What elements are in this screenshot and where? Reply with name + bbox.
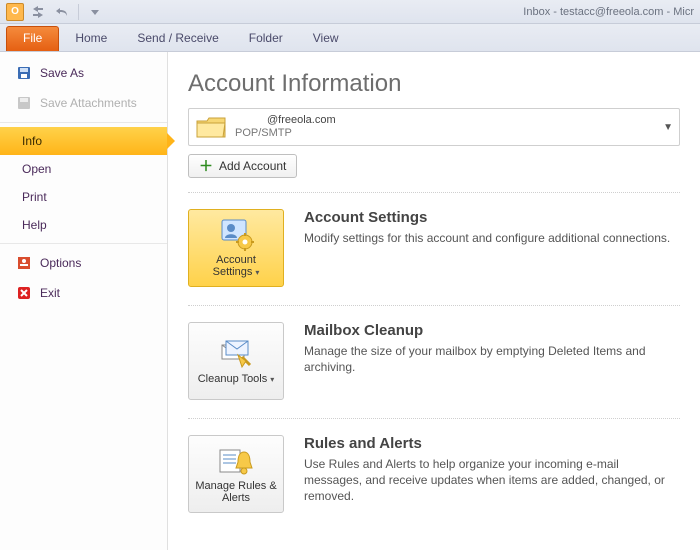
manage-rules-button[interactable]: Manage Rules & Alerts	[188, 435, 284, 513]
save-icon	[16, 65, 32, 81]
qat-send-receive-icon[interactable]	[28, 3, 48, 21]
nav-options[interactable]: Options	[0, 248, 167, 278]
tab-send-receive[interactable]: Send / Receive	[123, 26, 232, 51]
nav-separator	[0, 243, 167, 244]
account-settings-button-label: Account Settings▾	[193, 254, 279, 278]
tab-file[interactable]: File	[6, 26, 59, 51]
section-text: Account Settings Modify settings for thi…	[304, 209, 680, 287]
cleanup-tools-button[interactable]: Cleanup Tools▾	[188, 322, 284, 400]
account-settings-button[interactable]: Account Settings▾	[188, 209, 284, 287]
nav-exit-label: Exit	[40, 286, 60, 300]
options-icon	[16, 255, 32, 271]
account-selector-row: @freeola.com POP/SMTP ▼	[188, 108, 680, 146]
nav-open[interactable]: Open	[0, 155, 167, 183]
nav-options-label: Options	[40, 256, 81, 270]
account-text: @freeola.com POP/SMTP	[235, 114, 336, 139]
window-title: Inbox - testacc@freeola.com - Micr	[523, 6, 694, 18]
nav-info-label: Info	[22, 134, 42, 148]
plus-icon: ＋	[199, 159, 213, 173]
app-icon: O	[6, 3, 24, 21]
account-protocol: POP/SMTP	[235, 127, 336, 140]
nav-save-as-label: Save As	[40, 66, 84, 80]
section-text: Mailbox Cleanup Manage the size of your …	[304, 322, 680, 400]
section-desc: Modify settings for this account and con…	[304, 230, 680, 246]
section-title: Account Settings	[304, 209, 680, 226]
nav-save-attachments-label: Save Attachments	[40, 96, 137, 110]
save-attachments-icon	[16, 95, 32, 111]
cleanup-icon	[216, 337, 256, 371]
rules-icon	[216, 444, 256, 478]
nav-info[interactable]: Info	[0, 127, 167, 155]
nav-exit[interactable]: Exit	[0, 278, 167, 308]
undo-icon[interactable]	[52, 3, 72, 21]
exit-icon	[16, 285, 32, 301]
tab-home[interactable]: Home	[61, 26, 121, 51]
backstage-nav: Save As Save Attachments Info Open Print…	[0, 52, 168, 550]
manage-rules-button-label: Manage Rules & Alerts	[193, 480, 279, 504]
tab-folder[interactable]: Folder	[235, 26, 297, 51]
section-desc: Use Rules and Alerts to help organize yo…	[304, 456, 680, 505]
section-account-settings: Account Settings▾ Account Settings Modif…	[188, 192, 680, 305]
nav-save-attachments: Save Attachments	[0, 88, 167, 118]
ribbon-tabs: File Home Send / Receive Folder View	[0, 24, 700, 52]
nav-open-label: Open	[22, 162, 51, 176]
section-title: Mailbox Cleanup	[304, 322, 680, 339]
quick-access-toolbar: O	[6, 3, 105, 21]
section-desc: Manage the size of your mailbox by empty…	[304, 343, 680, 375]
chevron-down-icon: ▼	[663, 122, 673, 133]
cleanup-tools-button-label: Cleanup Tools▾	[198, 373, 275, 385]
account-settings-icon	[216, 218, 256, 252]
nav-save-as[interactable]: Save As	[0, 58, 167, 88]
nav-help[interactable]: Help	[0, 211, 167, 239]
tab-view[interactable]: View	[299, 26, 353, 51]
add-account-button[interactable]: ＋ Add Account	[188, 154, 297, 178]
section-text: Rules and Alerts Use Rules and Alerts to…	[304, 435, 680, 513]
backstage: Save As Save Attachments Info Open Print…	[0, 52, 700, 550]
section-rules-alerts: Manage Rules & Alerts Rules and Alerts U…	[188, 418, 680, 531]
backstage-content: Account Information @freeola.com POP/SMT…	[168, 52, 700, 550]
page-title: Account Information	[188, 70, 680, 98]
section-title: Rules and Alerts	[304, 435, 680, 452]
qat-customize-icon[interactable]	[85, 3, 105, 21]
nav-print[interactable]: Print	[0, 183, 167, 211]
account-selector[interactable]: @freeola.com POP/SMTP ▼	[188, 108, 680, 146]
folder-icon	[195, 113, 227, 141]
nav-help-label: Help	[22, 218, 47, 232]
title-bar: O Inbox - testacc@freeola.com - Micr	[0, 0, 700, 24]
qat-separator	[78, 4, 79, 20]
account-email: @freeola.com	[235, 114, 336, 127]
add-account-label: Add Account	[219, 159, 286, 173]
section-mailbox-cleanup: Cleanup Tools▾ Mailbox Cleanup Manage th…	[188, 305, 680, 418]
nav-print-label: Print	[22, 190, 47, 204]
nav-separator	[0, 122, 167, 123]
